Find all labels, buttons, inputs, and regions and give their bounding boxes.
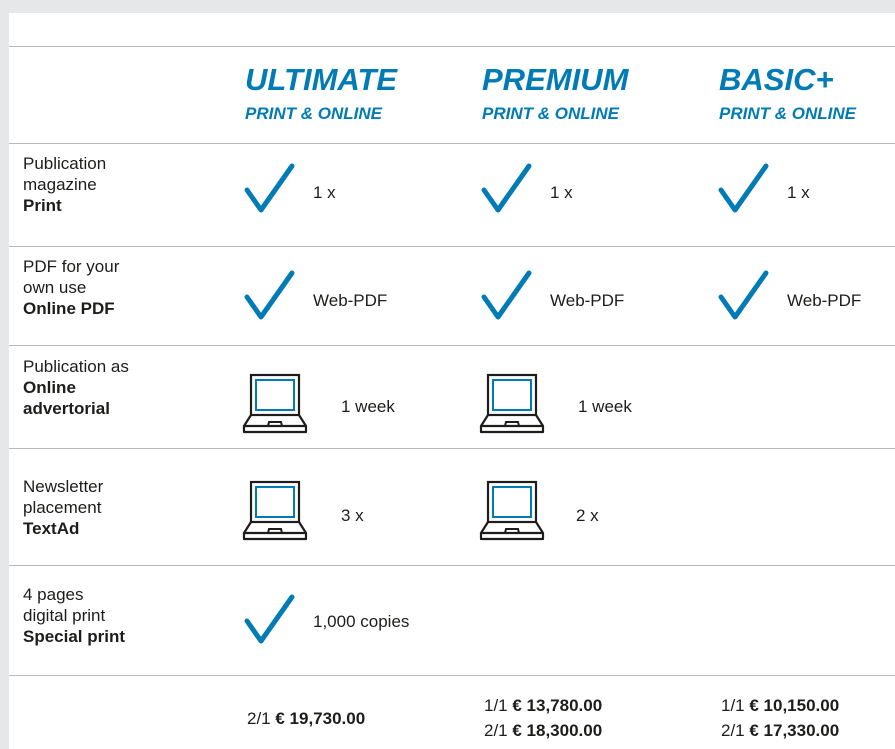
- price-ultimate: 2/1 € 19,730.00: [247, 709, 366, 728]
- cell-value: Web-PDF: [550, 291, 625, 310]
- divider: [9, 565, 895, 566]
- cell-value: 1 x: [787, 183, 810, 202]
- laptop-icon: [242, 373, 308, 435]
- divider: [9, 143, 895, 144]
- checkmark-icon: [243, 163, 295, 215]
- cell-value: 3 x: [341, 506, 364, 525]
- price-basic-plus: 2/1 € 17,330.00: [721, 721, 840, 740]
- plan-name-ultimate: ULTIMATE: [245, 62, 398, 97]
- divider: [9, 46, 895, 47]
- row-label-online-pdf: PDF for your own use Online PDF: [23, 257, 120, 318]
- cell-value: 2 x: [576, 506, 599, 525]
- price-premium: 1/1 € 13,780.00: [484, 696, 603, 715]
- cell-value: Web-PDF: [313, 291, 388, 310]
- cell-value: 1 week: [578, 397, 632, 416]
- plan-name-basic-plus: BASIC+: [719, 62, 834, 97]
- row-label-textad: Newsletter placement TextAd: [23, 477, 104, 538]
- cell-value: Web-PDF: [787, 291, 862, 310]
- checkmark-icon: [717, 270, 769, 322]
- row-label-online-advertorial: Publication as Online advertorial: [23, 357, 129, 418]
- row-label-print: Publication magazine Print: [23, 154, 107, 215]
- checkmark-icon: [243, 270, 295, 322]
- checkmark-icon: [480, 270, 532, 322]
- laptop-icon: [242, 480, 308, 542]
- divider: [9, 448, 895, 449]
- cell-value: 1 week: [341, 397, 395, 416]
- plan-name-premium: PREMIUM: [482, 62, 629, 97]
- divider: [9, 246, 895, 247]
- plan-subtitle-premium: PRINT & ONLINE: [482, 104, 619, 123]
- divider: [9, 675, 895, 676]
- cell-value: 1,000 copies: [313, 612, 410, 631]
- plan-subtitle-ultimate: PRINT & ONLINE: [245, 104, 382, 123]
- cell-value: 1 x: [313, 183, 336, 202]
- pricing-card: [9, 13, 895, 749]
- checkmark-icon: [480, 163, 532, 215]
- row-label-special-print: 4 pages digital print Special print: [23, 585, 126, 646]
- price-premium: 2/1 € 18,300.00: [484, 721, 603, 740]
- divider: [9, 345, 895, 346]
- laptop-icon: [479, 373, 545, 435]
- price-basic-plus: 1/1 € 10,150.00: [721, 696, 840, 715]
- cell-value: 1 x: [550, 183, 573, 202]
- laptop-icon: [479, 480, 545, 542]
- checkmark-icon: [717, 163, 769, 215]
- checkmark-icon: [243, 594, 295, 646]
- plan-subtitle-basic-plus: PRINT & ONLINE: [719, 104, 856, 123]
